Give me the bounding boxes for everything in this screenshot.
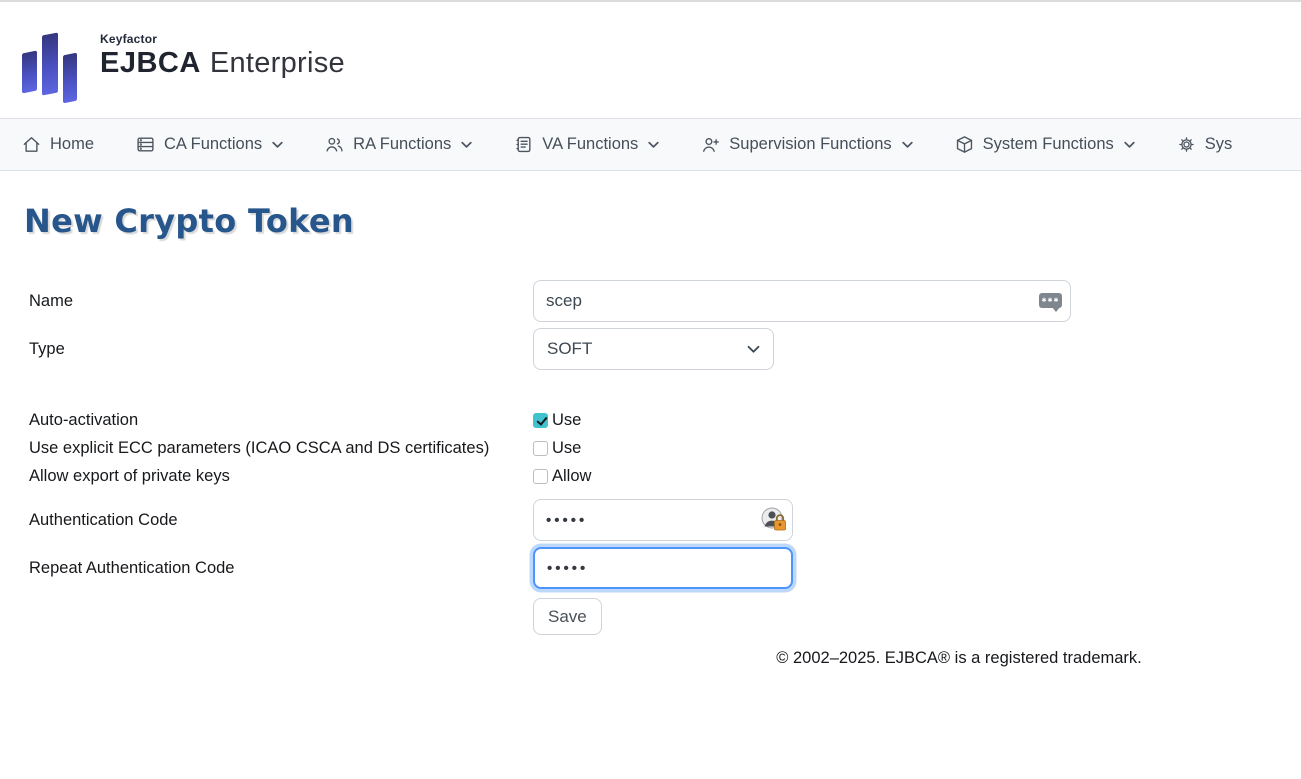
nav-item-label: CA Functions: [164, 135, 262, 154]
brand-keyfactor: Keyfactor: [100, 32, 345, 46]
page-title: New Crypto Token: [24, 202, 1301, 240]
type-select[interactable]: SOFT: [533, 328, 774, 370]
box-icon: [955, 135, 974, 154]
nav-item-ra-functions[interactable]: RA Functions: [325, 135, 472, 154]
ecc-params-label: Use explicit ECC parameters (ICAO CSCA a…: [29, 439, 533, 458]
nav-item-system-functions[interactable]: System Functions: [955, 135, 1135, 154]
keyfactor-ejbca-logo: Keyfactor EJBCA Enterprise: [18, 24, 345, 98]
auth-code-label: Authentication Code: [29, 511, 533, 530]
save-button[interactable]: Save: [533, 598, 602, 635]
allow-export-label: Allow export of private keys: [29, 467, 533, 486]
password-manager-bubble-icon[interactable]: [1039, 293, 1062, 308]
nav-item-va-functions[interactable]: VA Functions: [514, 135, 659, 154]
journal-icon: [514, 135, 533, 154]
auth-code-input[interactable]: [533, 499, 793, 541]
gear-icon: [1177, 135, 1196, 154]
nav-item-ca-functions[interactable]: CA Functions: [136, 135, 283, 154]
ecc-params-checkbox-label[interactable]: Use: [552, 439, 581, 458]
new-crypto-token-form: Name Type SOFT Auto-activation Use Use e…: [29, 280, 1301, 635]
auto-activation-label: Auto-activation: [29, 411, 533, 430]
form-row-allow-export: Allow export of private keys Allow: [29, 462, 1301, 490]
form-row-repeat-auth-code: Repeat Authentication Code: [29, 547, 1301, 589]
select-chevron-down-icon: [747, 345, 760, 354]
auto-activation-checkbox-label[interactable]: Use: [552, 411, 581, 430]
nav-item-label: Sys: [1205, 135, 1233, 154]
name-input[interactable]: [533, 280, 1071, 322]
server-icon: [136, 135, 155, 154]
type-select-value: SOFT: [547, 339, 592, 359]
people-icon: [325, 135, 344, 154]
nav-item-label: VA Functions: [542, 135, 638, 154]
chevron-down-icon: [902, 141, 913, 149]
chevron-down-icon: [272, 141, 283, 149]
brand-ejbca: EJBCA: [100, 47, 201, 80]
main-nav: Home CA Functions RA Functions VA Functi…: [0, 118, 1301, 171]
nav-item-label: RA Functions: [353, 135, 451, 154]
nav-item-label: System Functions: [983, 135, 1114, 154]
form-row-type: Type SOFT: [29, 328, 1301, 370]
chevron-down-icon: [461, 141, 472, 149]
form-row-ecc-params: Use explicit ECC parameters (ICAO CSCA a…: [29, 434, 1301, 462]
nav-item-label: Home: [50, 135, 94, 154]
nav-item-home[interactable]: Home: [22, 135, 94, 154]
avatar-lock-icon[interactable]: [761, 507, 787, 533]
person-plus-icon: [701, 135, 720, 154]
name-label: Name: [29, 292, 533, 311]
allow-export-checkbox[interactable]: [533, 469, 548, 484]
chevron-down-icon: [648, 141, 659, 149]
home-icon: [22, 135, 41, 154]
nav-item-system-configuration[interactable]: Sys: [1177, 135, 1233, 154]
ecc-params-checkbox[interactable]: [533, 441, 548, 456]
form-row-name: Name: [29, 280, 1301, 322]
allow-export-checkbox-label[interactable]: Allow: [552, 467, 591, 486]
footer-copyright: © 2002–2025. EJBCA® is a registered trad…: [617, 649, 1301, 668]
keyfactor-logo-icon: [18, 26, 82, 98]
auto-activation-checkbox[interactable]: [533, 413, 548, 428]
form-row-save: Save: [29, 598, 1301, 635]
type-label: Type: [29, 340, 533, 359]
nav-item-label: Supervision Functions: [729, 135, 891, 154]
repeat-auth-code-label: Repeat Authentication Code: [29, 559, 533, 578]
repeat-auth-code-input[interactable]: [533, 547, 793, 589]
chevron-down-icon: [1124, 141, 1135, 149]
nav-item-supervision-functions[interactable]: Supervision Functions: [701, 135, 912, 154]
form-row-auto-activation: Auto-activation Use: [29, 406, 1301, 434]
app-header: Keyfactor EJBCA Enterprise: [0, 2, 1301, 118]
brand-enterprise: Enterprise: [210, 47, 345, 80]
form-row-auth-code: Authentication Code: [29, 499, 1301, 541]
